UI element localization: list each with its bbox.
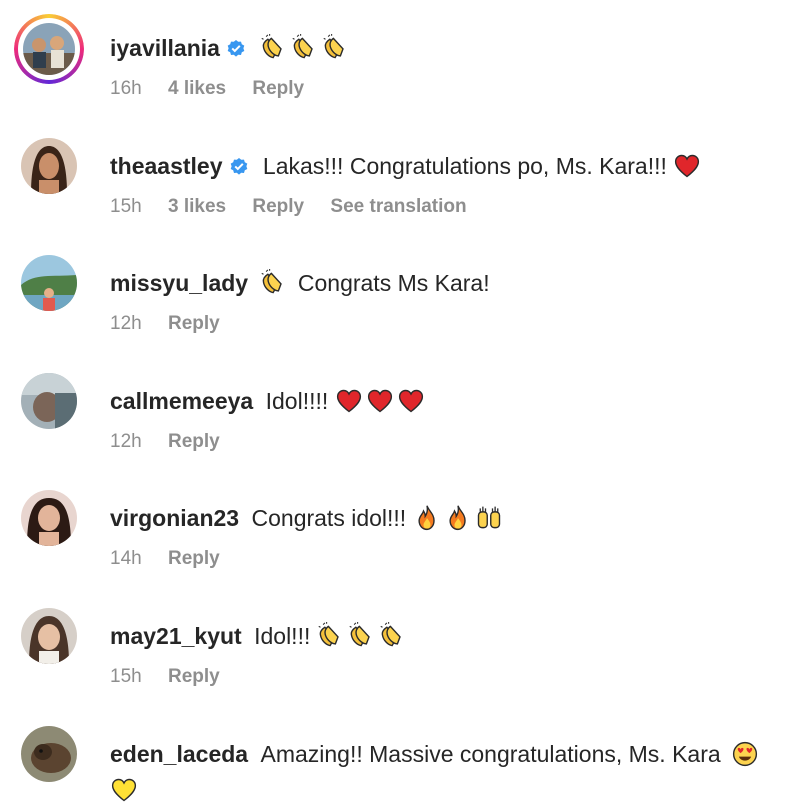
avatar[interactable]	[21, 490, 77, 546]
comment-line: virgonian23 Congrats idol!!!	[110, 502, 780, 534]
username[interactable]: missyu_lady	[110, 270, 248, 296]
comment-time: 14h	[110, 548, 142, 569]
username[interactable]: callmemeeya	[110, 388, 253, 414]
comments-feed: iyavillania 16h 4 likes Reply theaastley…	[0, 0, 800, 808]
comment-line-2	[110, 776, 141, 804]
reply-button[interactable]: Reply	[252, 78, 304, 99]
comment-time: 12h	[110, 431, 142, 452]
red-heart-icon	[335, 387, 363, 415]
comment-time: 12h	[110, 313, 142, 334]
comment-line: iyavillania	[110, 32, 780, 64]
comment-meta: 12h Reply	[110, 313, 241, 335]
username[interactable]: theaastley	[110, 153, 223, 179]
comment-time: 15h	[110, 196, 142, 217]
raising-hands-icon	[475, 504, 503, 532]
comment-text: Congrats idol!!!	[251, 505, 407, 531]
comment-meta: 15h 3 likes Reply See translation	[110, 196, 488, 218]
comment-meta: 16h 4 likes Reply	[110, 78, 325, 100]
likes-count[interactable]: 3 likes	[168, 196, 226, 217]
comment-meta: 12h Reply	[110, 431, 241, 453]
clapping-hands-icon	[291, 34, 319, 62]
reply-button[interactable]: Reply	[168, 431, 220, 452]
username[interactable]: may21_kyut	[110, 623, 242, 649]
yellow-heart-icon	[110, 776, 138, 804]
comment-line: may21_kyut Idol!!!	[110, 620, 780, 652]
clapping-hands-icon	[260, 269, 288, 297]
verified-badge-icon	[227, 40, 245, 57]
verified-badge-icon	[230, 158, 247, 175]
avatar-photo	[23, 23, 75, 75]
comment-time: 15h	[110, 666, 142, 687]
comment-line: theaastley Lakas!!! Congratulations po, …	[110, 150, 780, 182]
comment-text: Lakas!!! Congratulations po, Ms. Kara!!!	[262, 153, 667, 179]
avatar[interactable]	[21, 608, 77, 664]
avatar-with-story-ring[interactable]	[14, 14, 84, 84]
avatar[interactable]	[21, 138, 77, 194]
avatar[interactable]	[21, 726, 77, 782]
comment-line: missyu_lady Congrats Ms Kara!	[110, 267, 780, 299]
comment-text: Idol!!!	[254, 623, 311, 649]
username[interactable]: eden_laceda	[110, 741, 248, 767]
username[interactable]: virgonian23	[110, 505, 239, 531]
reply-button[interactable]: Reply	[168, 666, 220, 687]
red-heart-icon	[673, 152, 701, 180]
see-translation-button[interactable]: See translation	[330, 196, 466, 217]
comment-text: Idol!!!!	[265, 388, 329, 414]
avatar[interactable]	[21, 255, 77, 311]
avatar[interactable]	[21, 373, 77, 429]
clapping-hands-icon	[348, 622, 376, 650]
username[interactable]: iyavillania	[110, 35, 220, 61]
comment-line: eden_laceda Amazing!! Massive congratula…	[110, 738, 780, 770]
comment-text: Congrats Ms Kara!	[297, 270, 490, 296]
fire-icon	[444, 504, 472, 532]
heart-eyes-face-icon	[731, 740, 759, 768]
reply-button[interactable]: Reply	[168, 313, 220, 334]
comment-text: Amazing!! Massive congratulations, Ms. K…	[260, 741, 721, 767]
comment-meta: 15h Reply	[110, 666, 241, 688]
reply-button[interactable]: Reply	[168, 548, 220, 569]
likes-count[interactable]: 4 likes	[168, 78, 226, 99]
reply-button[interactable]: Reply	[252, 196, 304, 217]
clapping-hands-icon	[317, 622, 345, 650]
clapping-hands-icon	[322, 34, 350, 62]
comment-line: callmemeeya Idol!!!!	[110, 385, 780, 417]
clapping-hands-icon	[379, 622, 407, 650]
red-heart-icon	[397, 387, 425, 415]
comment-meta: 14h Reply	[110, 548, 241, 570]
clapping-hands-icon	[260, 34, 288, 62]
fire-icon	[413, 504, 441, 532]
comment-time: 16h	[110, 78, 142, 99]
red-heart-icon	[366, 387, 394, 415]
